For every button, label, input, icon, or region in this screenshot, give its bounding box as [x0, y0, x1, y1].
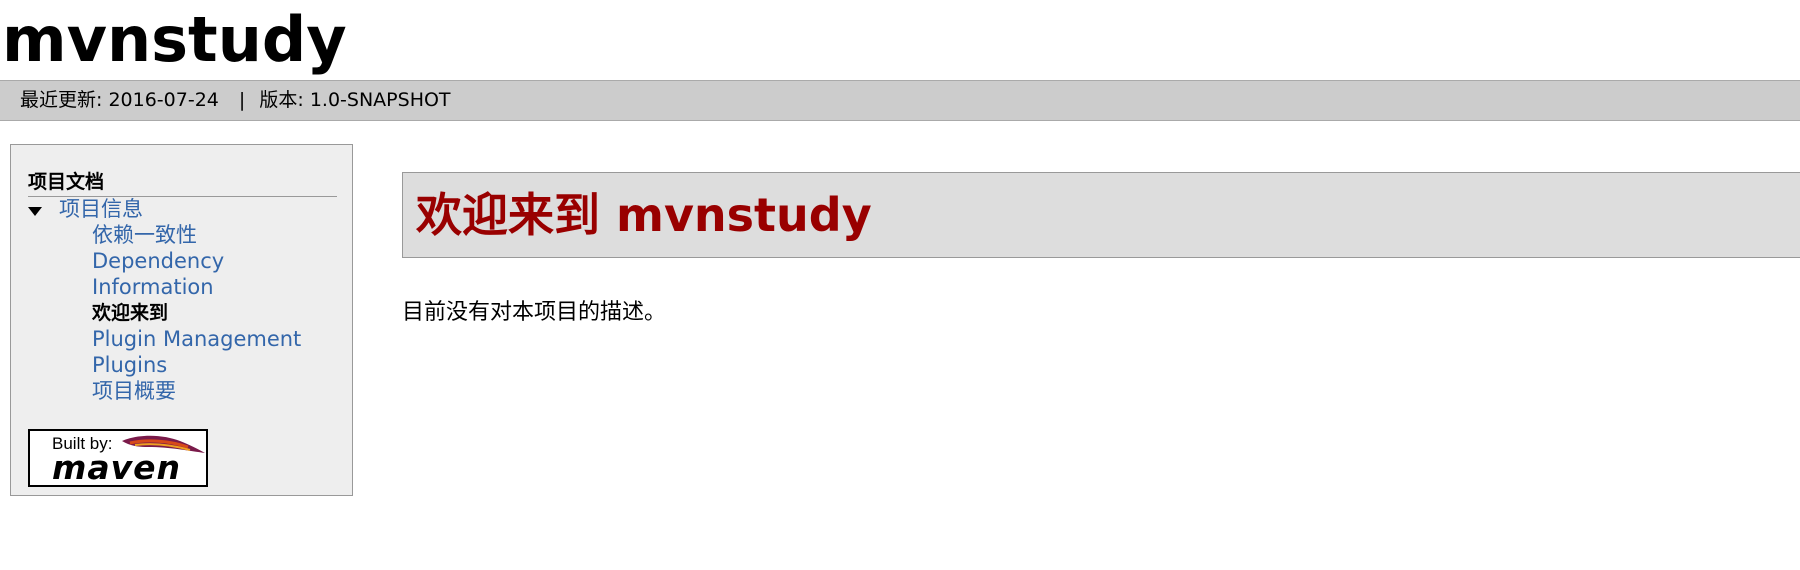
last-updated-date: 2016-07-24: [108, 89, 219, 111]
expand-triangle-icon[interactable]: [28, 207, 42, 216]
maven-logo-icon: Built by: maven: [52, 434, 205, 485]
version-label: 版本:: [259, 89, 304, 111]
content-title-box: 欢迎来到 mvnstudy: [402, 172, 1800, 258]
site-title: mvnstudy: [2, 3, 347, 76]
project-description: 目前没有对本项目的描述。: [402, 300, 667, 325]
sidebar-section-project-info[interactable]: 项目信息: [59, 196, 143, 222]
sidebar-item-welcome-selected: 欢迎来到: [92, 302, 169, 324]
page-title: 欢迎来到 mvnstudy: [416, 188, 872, 242]
sidebar-item-information[interactable]: Information: [92, 274, 214, 300]
sidebar-item-project-summary[interactable]: 项目概要: [92, 378, 176, 404]
sidebar: 项目文档 项目信息 依赖一致性 Dependency Information 欢…: [10, 144, 353, 496]
maven-brand-text: maven: [52, 448, 181, 485]
breadcrumb-separator: |: [238, 89, 246, 111]
sidebar-heading: 项目文档: [28, 169, 337, 197]
sidebar-item-dependency-convergence[interactable]: 依赖一致性: [92, 222, 197, 248]
banner: mvnstudy: [0, 0, 1800, 80]
built-by-maven-badge[interactable]: Built by: maven: [28, 429, 208, 487]
sidebar-item-plugins[interactable]: Plugins: [92, 352, 167, 378]
sidebar-item-dependency[interactable]: Dependency: [92, 248, 224, 274]
version-value: 1.0-SNAPSHOT: [309, 89, 451, 111]
last-updated-label: 最近更新:: [20, 89, 103, 111]
breadcrumb-bar: 最近更新: 2016-07-24 | 版本: 1.0-SNAPSHOT: [0, 80, 1800, 121]
sidebar-item-plugin-management[interactable]: Plugin Management: [92, 326, 301, 352]
